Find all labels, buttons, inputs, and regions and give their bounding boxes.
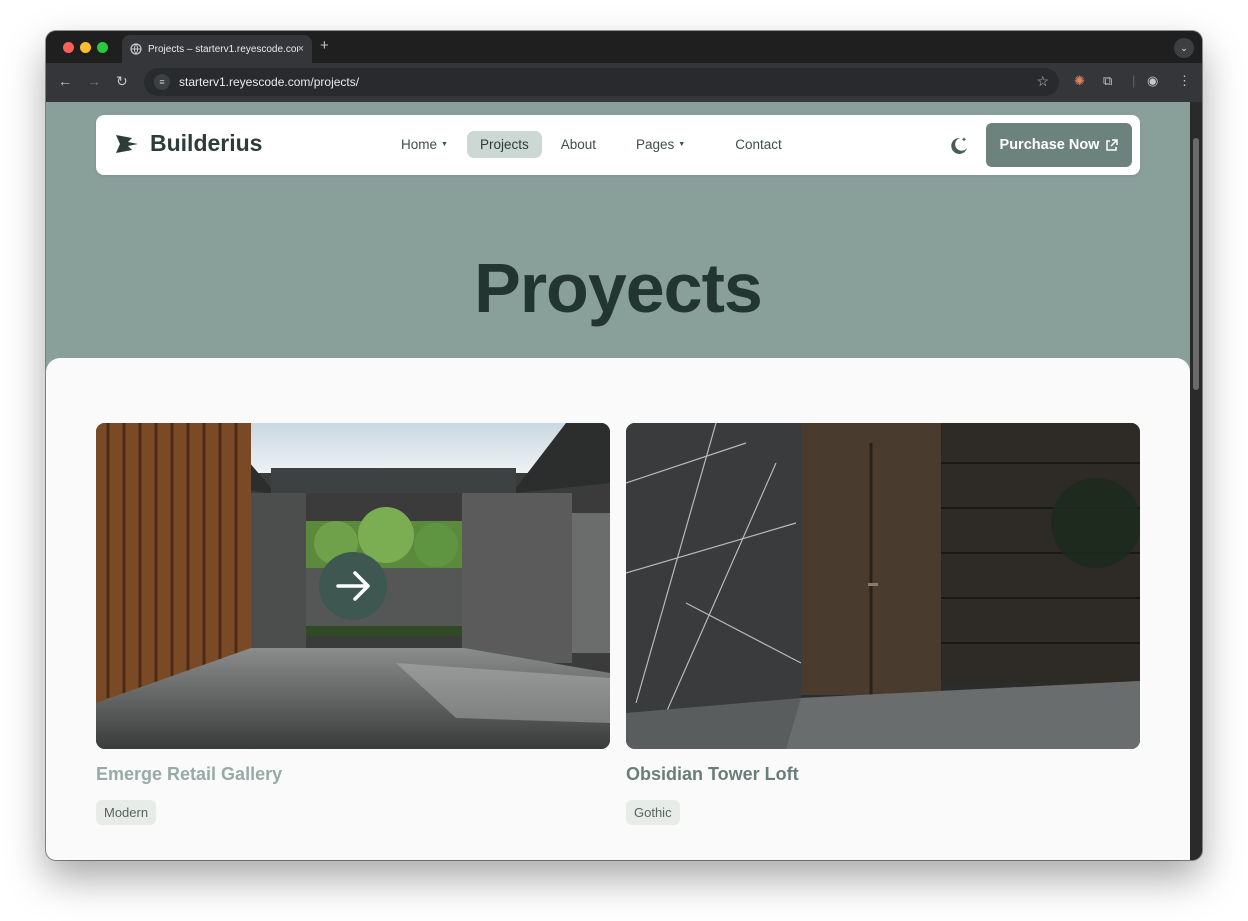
tab-title: Projects – starterv1.reyescode.com (148, 43, 298, 55)
back-arrow-icon[interactable]: ← (58, 73, 72, 89)
tab-close-icon[interactable]: × (298, 43, 304, 55)
nav-label: About (560, 137, 597, 152)
purchase-now-button[interactable]: Purchase Now (986, 123, 1132, 167)
nav-label: Home (401, 137, 438, 152)
scrollbar-thumb[interactable] (1193, 138, 1199, 390)
external-link-icon (1106, 138, 1119, 151)
project-card[interactable]: Emerge Retail Gallery Modern (96, 423, 610, 825)
project-title[interactable]: Obsidian Tower Loft (626, 764, 1140, 785)
builderius-logo-icon (116, 134, 138, 153)
browser-tab[interactable]: Projects – starterv1.reyescode.com × (122, 35, 312, 63)
toolbar-divider: | (1132, 73, 1136, 88)
close-window-button[interactable] (63, 42, 74, 53)
page-scrollbar[interactable] (1190, 102, 1202, 860)
project-tag-badge: Gothic (626, 800, 680, 825)
nav-item-pages[interactable]: Pages ▼ (623, 131, 698, 158)
nav-label: Pages (636, 137, 675, 152)
page-title: Proyects (474, 249, 763, 327)
nav-item-projects[interactable]: Projects (466, 131, 542, 158)
caret-down-icon: ▼ (441, 141, 448, 148)
brand-name: Builderius (150, 130, 263, 156)
arrow-right-icon[interactable] (318, 551, 388, 621)
browser-menu-icon[interactable]: ⋮ (1178, 73, 1191, 89)
project-tag-badge: Modern (96, 800, 157, 825)
brand-logo[interactable]: Builderius (114, 130, 262, 157)
tab-strip: Projects – starterv1.reyescode.com × + ⌄ (46, 31, 1202, 63)
globe-icon (130, 43, 142, 55)
forward-arrow-icon[interactable]: → (87, 73, 101, 89)
caret-down-icon: ▼ (678, 141, 686, 148)
nav-label: Projects (479, 137, 529, 152)
project-title[interactable]: Emerge Retail Gallery (96, 764, 610, 785)
puzzle-extensions-icon[interactable]: ⧉ (1103, 73, 1112, 89)
project-image[interactable] (96, 423, 610, 749)
projects-section: Emerge Retail Gallery Modern Obsidian To… (46, 358, 1190, 860)
tab-search-chevron-icon[interactable]: ⌄ (1174, 38, 1194, 58)
browser-toolbar: ← → ↻ ≡ starterv1.reyescode.com/projects… (46, 63, 1202, 102)
profile-icon[interactable]: ◉ (1147, 73, 1158, 89)
zoom-window-button[interactable] (97, 42, 108, 53)
nav-item-about[interactable]: About (548, 131, 609, 158)
browser-window: Projects – starterv1.reyescode.com × + ⌄… (46, 31, 1202, 860)
nav-item-home[interactable]: Home ▼ (388, 131, 461, 158)
new-tab-button[interactable]: + (320, 37, 329, 54)
site-settings-icon[interactable]: ≡ (154, 74, 170, 90)
main-menu: Home ▼ Projects About Pages ▼ Contact (388, 131, 795, 158)
nav-item-contact[interactable]: Contact (722, 131, 795, 158)
site-navbar: Builderius Home ▼ Projects About Pages ▼ C… (96, 115, 1140, 175)
project-image[interactable] (626, 423, 1140, 749)
bookmark-star-icon[interactable]: ☆ (1036, 73, 1049, 90)
address-bar[interactable]: ≡ starterv1.reyescode.com/projects/ ☆ (144, 68, 1059, 96)
purchase-label: Purchase Now (999, 137, 1100, 153)
reload-icon[interactable]: ↻ (116, 73, 128, 90)
minimize-window-button[interactable] (80, 42, 91, 53)
moon-stars-icon[interactable] (948, 135, 970, 155)
url-text[interactable]: starterv1.reyescode.com/projects/ (179, 75, 359, 89)
project-card[interactable]: Obsidian Tower Loft Gothic (626, 423, 1140, 825)
nav-label: Contact (735, 137, 782, 152)
extension-icon[interactable]: ✺ (1074, 73, 1085, 89)
page-viewport: Builderius Home ▼ Projects About Pages ▼ C… (46, 102, 1190, 860)
